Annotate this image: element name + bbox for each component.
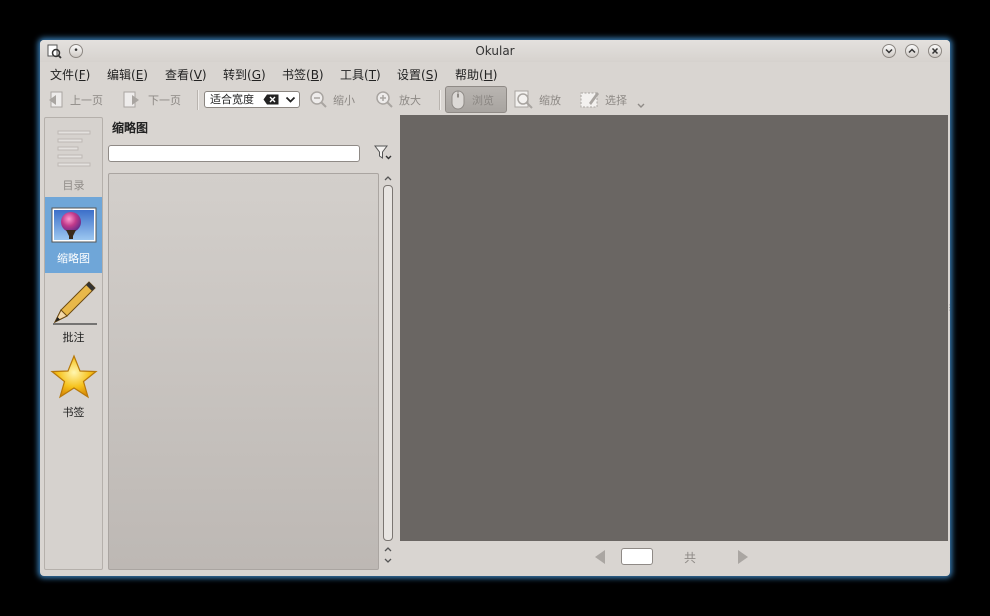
thumbnail-list[interactable] bbox=[108, 173, 379, 570]
contents-icon bbox=[57, 130, 90, 167]
next-page-button[interactable]: 下一页 bbox=[122, 88, 181, 112]
scrollbar-track[interactable] bbox=[383, 185, 393, 541]
sidebar-tab-strip: 目录 缩略图 批注 书签 bbox=[44, 117, 103, 570]
page-navigation-bar: 共 bbox=[400, 542, 948, 572]
sidebar-tab-annotations[interactable]: 批注 bbox=[45, 274, 102, 350]
sidebar-tab-bookmarks[interactable]: 书签 bbox=[45, 351, 102, 427]
thumbnail-scrollbar[interactable] bbox=[381, 173, 395, 570]
zoom-tool-icon bbox=[514, 90, 533, 109]
menu-bookmarks[interactable]: 书签(B) bbox=[282, 66, 324, 83]
menu-go[interactable]: 转到(G) bbox=[223, 66, 266, 83]
main-toolbar: 上一页 下一页 适合宽度 缩小 放大 浏览 缩放 选择 bbox=[40, 86, 950, 114]
mouse-icon bbox=[451, 90, 465, 110]
previous-page-icon bbox=[49, 91, 63, 108]
menu-settings[interactable]: 设置(S) bbox=[397, 66, 438, 83]
previous-page-arrow-icon[interactable] bbox=[593, 549, 607, 565]
current-page-input[interactable] bbox=[621, 548, 653, 565]
toolbar-separator bbox=[439, 90, 441, 110]
select-tool-button[interactable]: 选择 bbox=[579, 88, 627, 112]
zoom-mode-select[interactable]: 适合宽度 bbox=[204, 91, 300, 108]
chevron-up-icon bbox=[908, 48, 916, 54]
scroll-up-icon[interactable] bbox=[383, 545, 393, 553]
panel-title: 缩略图 bbox=[112, 121, 149, 135]
scroll-up-icon[interactable] bbox=[383, 174, 393, 182]
sidebar-tab-contents[interactable]: 目录 bbox=[45, 121, 102, 197]
maximize-button[interactable] bbox=[905, 44, 919, 58]
zoom-tool-button[interactable]: 缩放 bbox=[513, 88, 561, 112]
title-bar: • Okular bbox=[40, 40, 950, 62]
toolbar-separator bbox=[197, 90, 199, 110]
close-button[interactable] bbox=[928, 44, 942, 58]
star-icon bbox=[49, 354, 98, 399]
thumbnails-panel: 缩略图 bbox=[108, 117, 398, 572]
scroll-down-icon[interactable] bbox=[383, 557, 393, 565]
viewer-splitter-handle[interactable]: ⋮ bbox=[946, 303, 950, 312]
thumbnail-search-input[interactable] bbox=[108, 145, 360, 162]
clear-icon[interactable] bbox=[263, 94, 279, 105]
menu-file[interactable]: 文件(F) bbox=[50, 66, 90, 83]
menu-tools[interactable]: 工具(T) bbox=[340, 66, 381, 83]
zoom-out-icon bbox=[310, 91, 327, 108]
zoom-in-button[interactable]: 放大 bbox=[375, 88, 421, 112]
minimize-button[interactable] bbox=[882, 44, 896, 58]
next-page-arrow-icon[interactable] bbox=[736, 549, 750, 565]
thumbnails-icon bbox=[51, 207, 96, 243]
window-title: Okular bbox=[475, 44, 515, 58]
okular-window: • Okular 文件(F) 编辑(E) 查看(V) 转到(G) 书签(B) 工… bbox=[40, 40, 950, 576]
browse-tool-label[interactable]: 浏览 bbox=[448, 88, 494, 112]
document-viewer[interactable] bbox=[400, 115, 948, 541]
previous-page-button[interactable]: 上一页 bbox=[46, 88, 103, 112]
menu-edit[interactable]: 编辑(E) bbox=[107, 66, 148, 83]
filter-icon[interactable] bbox=[373, 143, 393, 163]
menu-bar: 文件(F) 编辑(E) 查看(V) 转到(G) 书签(B) 工具(T) 设置(S… bbox=[40, 63, 950, 85]
zoom-in-icon bbox=[376, 91, 393, 108]
chevron-down-icon[interactable] bbox=[284, 94, 297, 105]
pencil-icon bbox=[52, 281, 97, 325]
zoom-out-button[interactable]: 缩小 bbox=[309, 88, 355, 112]
sidebar-tab-thumbnails[interactable]: 缩略图 bbox=[45, 197, 102, 273]
toolbar-overflow-chevron-icon[interactable] bbox=[636, 102, 646, 110]
menu-help[interactable]: 帮助(H) bbox=[455, 66, 497, 83]
select-tool-icon bbox=[580, 92, 599, 108]
page-count-label: 共 bbox=[684, 551, 697, 565]
next-page-icon bbox=[123, 91, 139, 108]
menu-view[interactable]: 查看(V) bbox=[165, 66, 207, 83]
close-icon bbox=[931, 47, 939, 55]
chevron-down-icon bbox=[885, 48, 893, 54]
